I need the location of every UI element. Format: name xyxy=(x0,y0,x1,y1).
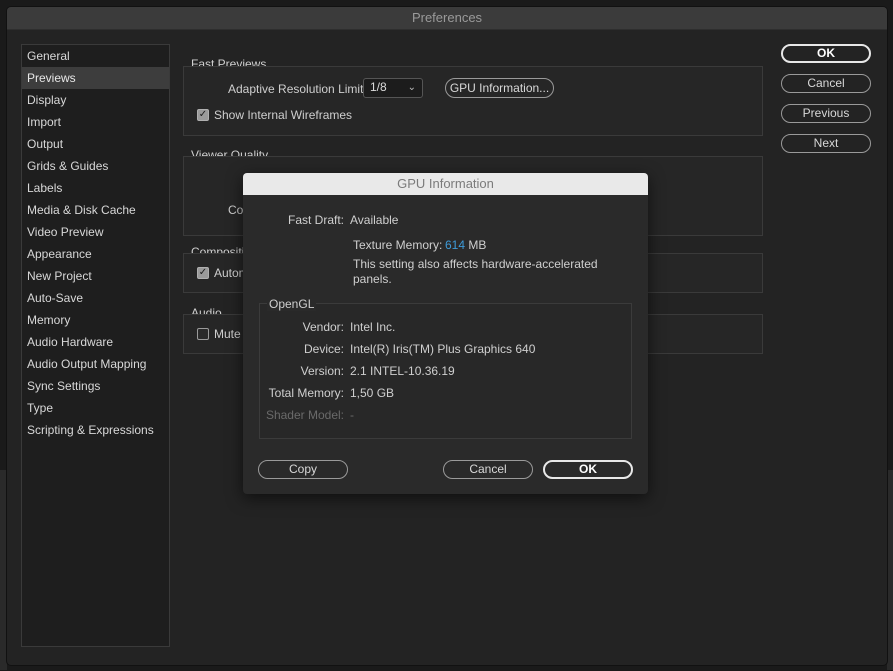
sidebar-item-audio-output-mapping[interactable]: Audio Output Mapping xyxy=(22,353,169,375)
next-button[interactable]: Next xyxy=(781,134,871,153)
sidebar-item-audio-hardware[interactable]: Audio Hardware xyxy=(22,331,169,353)
device-label: Device: xyxy=(303,342,344,356)
adaptive-resolution-value: 1/8 xyxy=(370,80,387,94)
texture-memory-value[interactable]: 614 xyxy=(445,238,465,252)
sidebar-item-display[interactable]: Display xyxy=(22,89,169,111)
vendor-value: Intel Inc. xyxy=(350,320,396,334)
texture-memory-note-line2: panels. xyxy=(353,272,392,286)
window-title: Preferences xyxy=(7,7,887,30)
sidebar-item-import[interactable]: Import xyxy=(22,111,169,133)
mute-audio-label: Mute xyxy=(214,327,241,341)
background-app-edge-right xyxy=(887,470,893,670)
texture-memory-note-line1: This setting also affects hardware-accel… xyxy=(353,257,598,271)
total-memory-label: Total Memory: xyxy=(268,386,344,400)
shader-model-label: Shader Model: xyxy=(265,408,344,422)
gpu-ok-button[interactable]: OK xyxy=(543,460,633,479)
adaptive-resolution-dropdown[interactable]: 1/8 ⌄ xyxy=(363,78,423,98)
sidebar-item-general[interactable]: General xyxy=(22,45,169,67)
gpu-cancel-button[interactable]: Cancel xyxy=(443,460,533,479)
background-app-edge-left xyxy=(0,470,7,670)
mute-audio-checkbox[interactable] xyxy=(197,328,209,340)
sidebar-item-memory[interactable]: Memory xyxy=(22,309,169,331)
vendor-label: Vendor: xyxy=(302,320,344,334)
fast-previews-section xyxy=(183,66,763,136)
show-wireframes-checkbox[interactable]: ✓ xyxy=(197,109,209,121)
sidebar-item-grids-guides[interactable]: Grids & Guides xyxy=(22,155,169,177)
opengl-heading: OpenGL xyxy=(267,297,317,311)
sidebar-item-scripting-expressions[interactable]: Scripting & Expressions xyxy=(22,419,169,441)
sidebar-item-appearance[interactable]: Appearance xyxy=(22,243,169,265)
sidebar-item-type[interactable]: Type xyxy=(22,397,169,419)
shader-model-value: - xyxy=(350,408,354,422)
sidebar-item-sync-settings[interactable]: Sync Settings xyxy=(22,375,169,397)
device-value: Intel(R) Iris(TM) Plus Graphics 640 xyxy=(350,342,536,356)
show-wireframes-label: Show Internal Wireframes xyxy=(214,108,353,122)
gpu-dialog-title: GPU Information xyxy=(243,173,648,195)
previous-button[interactable]: Previous xyxy=(781,104,871,123)
texture-memory-unit: MB xyxy=(468,238,487,252)
texture-memory-field[interactable]: 614 MB xyxy=(445,238,486,252)
sidebar-item-previews[interactable]: Previews xyxy=(22,67,169,89)
texture-memory-label: Texture Memory: xyxy=(353,238,443,252)
cancel-button[interactable]: Cancel xyxy=(781,74,871,93)
gpu-information-dialog: GPU Information Fast Draft: Available Te… xyxy=(243,173,648,494)
version-value: 2.1 INTEL-10.36.19 xyxy=(350,364,455,378)
sidebar-item-auto-save[interactable]: Auto-Save xyxy=(22,287,169,309)
ok-button[interactable]: OK xyxy=(781,44,871,63)
sidebar-item-output[interactable]: Output xyxy=(22,133,169,155)
sidebar-item-new-project[interactable]: New Project xyxy=(22,265,169,287)
total-memory-value: 1,50 GB xyxy=(350,386,395,400)
preferences-sidebar: General Previews Display Import Output G… xyxy=(21,44,170,647)
sidebar-item-media-disk-cache[interactable]: Media & Disk Cache xyxy=(22,199,169,221)
fast-draft-value: Available xyxy=(350,213,399,227)
fast-draft-label: Fast Draft: xyxy=(287,213,344,227)
sidebar-item-labels[interactable]: Labels xyxy=(22,177,169,199)
copy-button[interactable]: Copy xyxy=(258,460,348,479)
chevron-down-icon: ⌄ xyxy=(407,82,416,93)
sidebar-item-video-preview[interactable]: Video Preview xyxy=(22,221,169,243)
version-label: Version: xyxy=(300,364,344,378)
adaptive-resolution-label: Adaptive Resolution Limit: xyxy=(228,82,367,96)
composition-auto-checkbox[interactable]: ✓ xyxy=(197,267,209,279)
gpu-information-button[interactable]: GPU Information... xyxy=(445,78,554,98)
